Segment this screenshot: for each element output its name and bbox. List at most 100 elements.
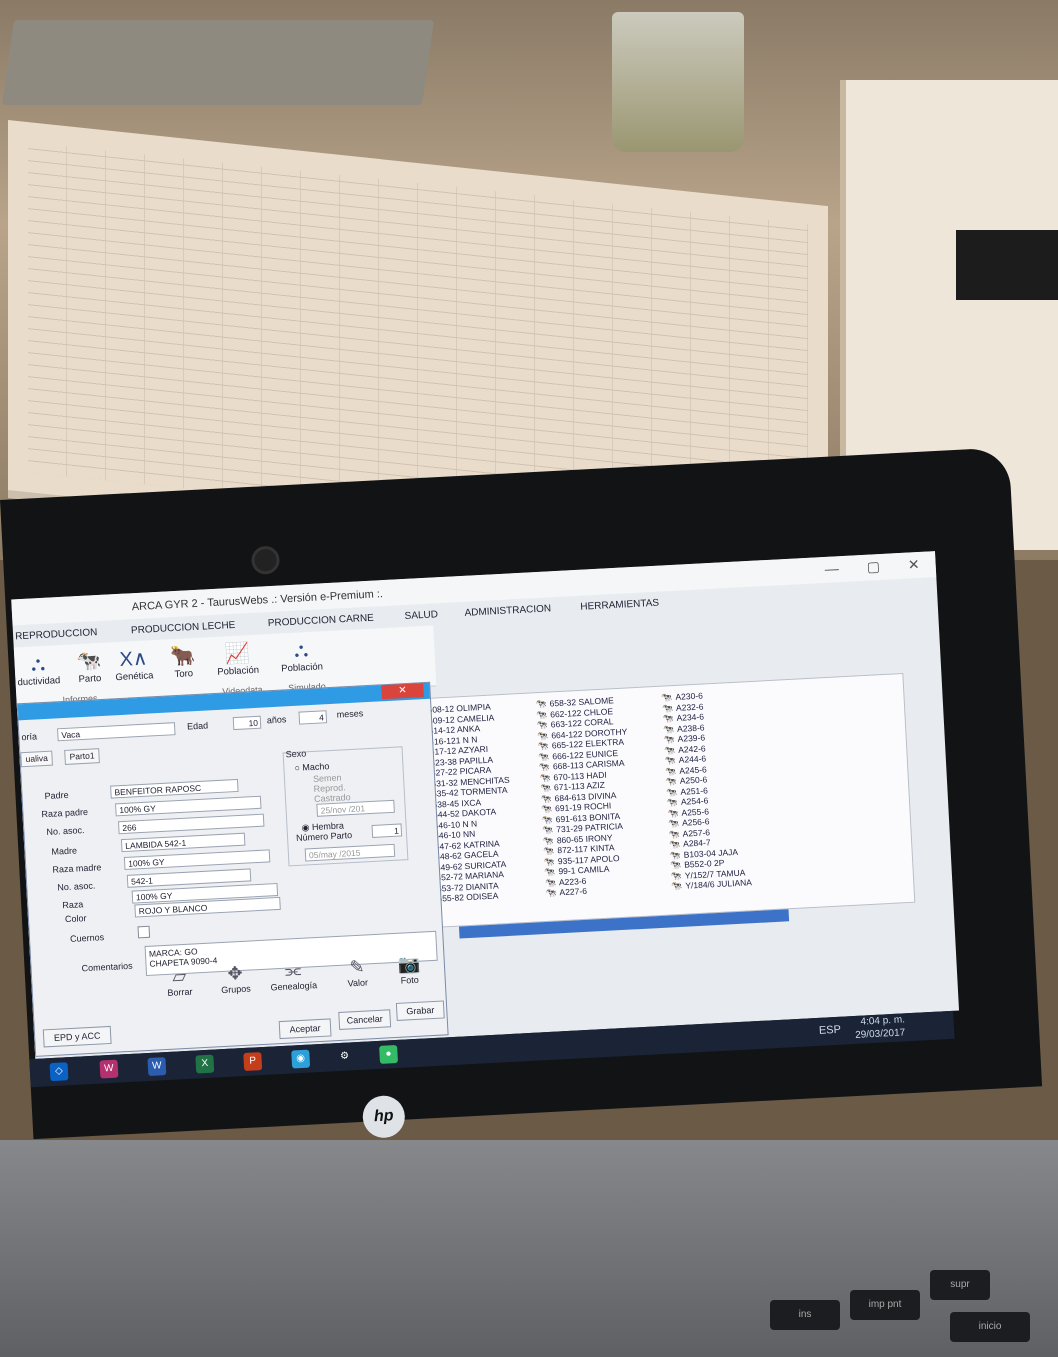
cow-icon: 🐄 [670,870,683,881]
menu-administracion[interactable]: ADMINISTRACION [464,603,551,619]
key-supr: supr [930,1270,990,1300]
cow-icon: 🐄 [536,730,549,741]
cow-icon: 🐄 [662,713,674,724]
cow-icon: 🐄 [661,702,674,714]
photo-scene: ARCA GYR 2 - TaurusWebs .: Versión e-Pre… [0,0,1058,1357]
cow-icon: 🐄 [543,866,556,878]
ribbon-poblacion-sim-button[interactable]: ⛬ Población [280,637,323,674]
padre-label: Padre [44,789,69,802]
webcam [250,545,281,575]
network-icon: ⛬ [30,652,46,676]
bull-icon: 🐂 [169,645,196,669]
app-icon[interactable]: W [99,1059,119,1079]
raza-madre-field[interactable]: 100% GY [123,849,271,870]
grupos-button[interactable]: ✥ Grupos [208,962,264,1011]
dropbox-icon[interactable]: ◇ [49,1062,69,1082]
borrar-button[interactable]: ▱ Borrar [152,965,208,1014]
numero-parto-label: Número Parto [295,830,353,843]
powerpoint-icon[interactable]: P [243,1052,263,1072]
cancelar-button[interactable]: Cancelar [338,1009,392,1030]
word-icon[interactable]: W [147,1057,167,1077]
animal-name: A227-6 [559,885,588,898]
cow-icon: 🐄 [535,698,547,710]
anos-label: años [266,714,287,726]
castrado-date-field[interactable]: 25/nov /201 [316,799,395,817]
parto-date-field[interactable]: 05/may /2015 [304,843,396,862]
animal-record-dialog: ✕ oría Vaca Edad 10 años 4 meses ualiva … [16,681,449,1057]
animal-name: Y/184/6 JULIANA [685,877,753,891]
close-button[interactable]: ✕ [907,556,920,574]
laptop: ARCA GYR 2 - TaurusWebs .: Versión e-Pre… [0,447,1043,1140]
ribbon-toro-button[interactable]: 🐂 Toro [170,644,197,680]
closed-binder [2,20,434,105]
grabar-button[interactable]: Grabar [395,1000,445,1021]
animal-list: 608-12 OLIMPIA 609-12 CAMELIA 614-12 ANKA 6… [421,672,916,928]
animal-name: 655-82 ODISEA [437,890,499,904]
macho-radio[interactable]: ○ Macho [294,761,329,773]
minimize-button[interactable]: — [824,560,839,578]
aceptar-button[interactable]: Aceptar [278,1018,332,1040]
ribbon-poblacion-button[interactable]: 📈 Población [216,641,259,678]
color-label: Color [64,913,87,925]
move-icon: ✥ [227,962,244,984]
raza-label: Raza [62,899,84,911]
madre-label: Madre [51,845,78,857]
money-icon: ✎ [348,956,365,978]
menu-salud[interactable]: SALUD [404,609,438,622]
padre-select[interactable]: BENFEITOR RAPOSC [110,778,239,799]
clock-time[interactable]: 4:04 p. m. [860,1014,905,1027]
cow-icon: 🐄 [660,692,673,703]
app-icon[interactable]: ● [379,1044,399,1064]
menu-produccion-carne[interactable]: PRODUCCION CARNE [268,613,375,630]
menu-herramientas[interactable]: HERRAMIENTAS [580,598,659,613]
chart-icon: 📈 [224,642,251,666]
comentarios-label: Comentarios [81,960,133,974]
raza-madre-label: Raza madre [52,862,102,875]
cow-icon: 🐄 [668,828,680,839]
madre-select[interactable]: LAMBIDA 542-1 [120,832,246,853]
foto-button[interactable]: 📷 Foto [381,953,437,1002]
cuernos-checkbox[interactable] [137,925,151,939]
excel-icon[interactable]: X [195,1054,215,1074]
menu-reproduccion[interactable]: REPRODUCCION [15,627,98,642]
cow-icon: 🐄 [541,814,553,825]
maximize-button[interactable]: ▢ [866,558,880,576]
epd-acc-button[interactable]: EPD y ACC [42,1025,112,1048]
no-asoc-padre-field[interactable]: 266 [117,813,265,835]
language-indicator[interactable]: ESP [819,1024,842,1037]
categoria-label: oría [21,731,38,743]
ribbon-parto-button[interactable]: 🐄 Parto [76,649,103,685]
menu-produccion-leche[interactable]: PRODUCCION LECHE [131,620,236,636]
cow-icon: 🐄 [667,807,679,818]
cow-icon: 🐄 [666,796,679,808]
cow-icon: 🐄 [536,719,548,731]
cow-icon: 🐄 [76,649,103,674]
clock-date[interactable]: 29/03/2017 [855,1027,906,1041]
eraser-icon: ▱ [171,965,187,987]
edad-anos-field[interactable]: 10 [232,715,262,731]
cow-icon: 🐄 [535,709,548,720]
raza-padre-field[interactable]: 100% GY [115,795,262,817]
ribbon-productividad-button[interactable]: ⛬ ductividad [16,651,61,688]
dialog-close-button[interactable]: ✕ [381,683,424,700]
cow-icon: 🐄 [664,765,677,777]
cow-icon: 🐄 [540,793,552,804]
tab-parto1[interactable]: Parto1 [64,748,100,765]
valor-button[interactable]: ✎ Valor [329,956,385,1005]
ribbon-genetica-button[interactable]: X∧ Genética [114,646,154,684]
cow-icon: 🐄 [541,824,554,836]
cow-icon: 🐄 [665,786,678,798]
cow-icon: 🐄 [667,817,680,829]
cow-icon: 🐄 [669,859,682,871]
key-ins: ins [770,1300,840,1330]
tab-cualitativa[interactable]: ualiva [20,750,54,768]
network-icon: ⛬ [293,639,309,662]
numero-parto-field[interactable]: 1 [371,823,403,838]
settings-icon[interactable]: ⚙ [335,1047,354,1066]
categoria-field[interactable]: Vaca [57,722,176,742]
genealogia-button[interactable]: ⫘ Genealogía [266,959,322,1008]
chrome-icon[interactable]: ◉ [291,1049,311,1069]
laptop-screen: ARCA GYR 2 - TaurusWebs .: Versión e-Pre… [11,551,960,1059]
edad-meses-field[interactable]: 4 [298,710,328,725]
laptop-keyboard: supr imp pnt ins inicio [0,1140,1058,1357]
